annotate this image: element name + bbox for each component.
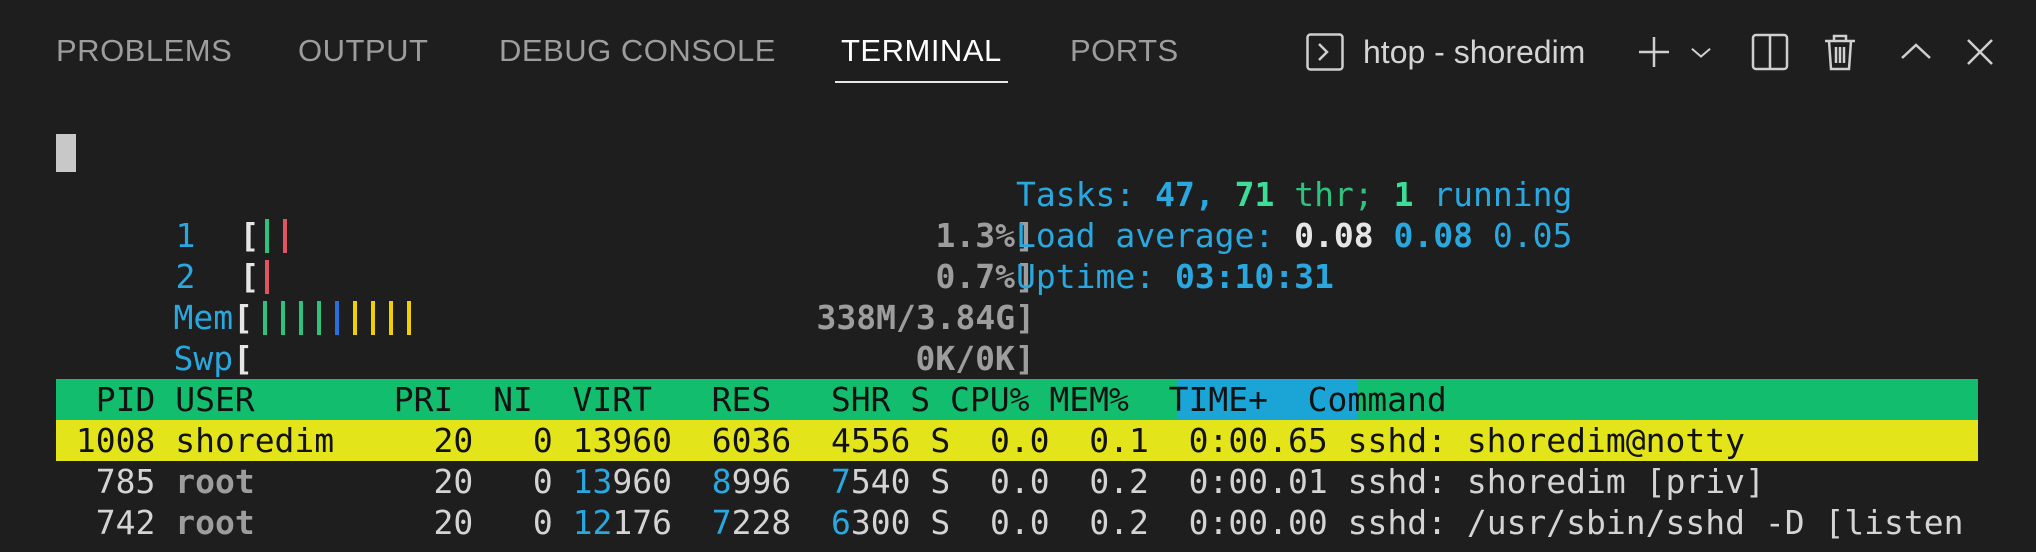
- split-icon[interactable]: [1750, 32, 1790, 72]
- tasks-summary: Tasks: 47, 71 thr; 1 running: [1016, 175, 1573, 214]
- chevron-up-icon[interactable]: [1896, 32, 1936, 72]
- terminal-cursor: [56, 134, 76, 172]
- terminal-name: htop - shoredim: [1363, 33, 1586, 70]
- tab-output[interactable]: OUTPUT: [298, 29, 428, 73]
- load-average: Load average: 0.08 0.08 0.05: [1016, 216, 1573, 255]
- uptime: Uptime: 03:10:31: [1016, 257, 1334, 296]
- tab-debug-console[interactable]: DEBUG CONSOLE: [499, 29, 776, 73]
- swp-meter: Swp[: [173, 339, 253, 378]
- tab-problems[interactable]: PROBLEMS: [56, 29, 232, 73]
- table-row[interactable]: 742 root 20 0 12176 7228 6300 S 0.0 0.2 …: [56, 502, 1964, 543]
- cpu1-value: 1.3%]: [935, 216, 1035, 255]
- table-row[interactable]: 1008 shoredim 20 0 13960 6036 4556 S 0.0…: [56, 420, 1745, 461]
- cpu2-value: 0.7%]: [935, 257, 1035, 296]
- mem-value: 338M/3.84G]: [816, 298, 1036, 337]
- terminal-selector[interactable]: htop - shoredim: [1305, 30, 1585, 74]
- process-table-header[interactable]: PID USER PRI NI VIRT RES SHR S CPU% MEM%…: [56, 379, 1978, 420]
- trash-icon[interactable]: [1820, 32, 1860, 72]
- add-icon[interactable]: [1634, 32, 1674, 72]
- tab-ports[interactable]: PORTS: [1070, 29, 1179, 73]
- table-row[interactable]: 785 root 20 0 13960 8996 7540 S 0.0 0.2 …: [56, 461, 1765, 502]
- close-icon[interactable]: [1960, 32, 2000, 72]
- terminal-icon: [1306, 33, 1344, 71]
- chevron-down-icon[interactable]: [1688, 32, 1714, 72]
- swp-value: 0K/0K]: [915, 339, 1035, 378]
- panel-tab-bar: PROBLEMS OUTPUT DEBUG CONSOLE TERMINAL P…: [0, 0, 2036, 100]
- tab-terminal[interactable]: TERMINAL: [835, 29, 1008, 83]
- terminal-view[interactable]: 1 [ 1.3%] 2 [ 0.7%] Mem[ 338M/3.84G] Swp…: [0, 100, 2036, 552]
